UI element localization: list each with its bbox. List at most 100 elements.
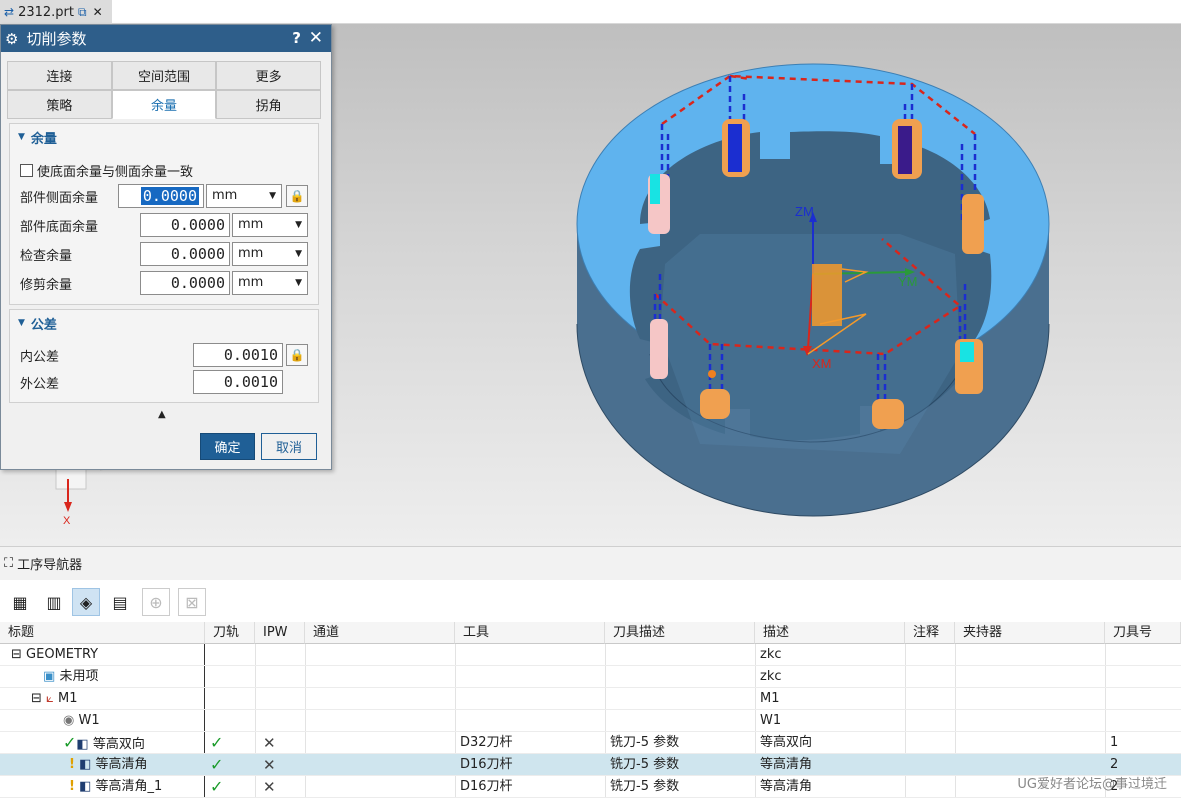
table-row[interactable]: ! ◧ 等高清角_1 ✓ ✕ D16刀杆 铣刀-5 参数 等高清角 2 [0,776,1181,798]
document-tab-bar: ⇄ 2312.prt ⧉ ✕ [0,0,1181,24]
table-row[interactable]: ! ◧ 等高清角 ✓ ✕ D16刀杆 铣刀-5 参数 等高清角 2 [0,754,1181,776]
path-status: ✓ [210,777,224,796]
stock-group: ▼ 余量 使底面余量与侧面余量一致 部件侧面余量 0.0000 mm ▼ 🔒 部件… [9,123,319,305]
tolerance-group-title: 公差 [30,317,57,333]
ok-button[interactable]: 确定 [200,433,255,460]
part-file-icon: ⇄ [4,5,15,19]
row-tool: D16刀杆 [460,779,513,794]
expand-dialog-icon[interactable]: ▲ [158,409,166,420]
cancel-button[interactable]: 取消 [261,433,317,460]
row-tool: D32刀杆 [460,735,513,750]
col-header-ipw[interactable]: IPW [255,622,305,644]
tab-corners[interactable]: 拐角 [216,90,322,119]
row-title: 等高双向 [92,737,145,752]
table-row[interactable]: ⊟ ⟀ M1 M1 [0,688,1181,710]
same-stock-checkbox-row[interactable]: 使底面余量与侧面余量一致 [20,158,193,182]
close-icon[interactable]: ✕ [309,28,323,48]
tolerance-group: ▼ 公差 内公差 0.0010 🔒 外公差 0.0010 [9,309,319,403]
same-stock-checkbox-label: 使底面余量与侧面余量一致 [37,164,194,180]
row-tool-desc: 铣刀-5 参数 [610,779,680,794]
same-stock-checkbox[interactable] [20,163,33,177]
check-stock-unit[interactable]: mm ▼ [232,242,308,266]
help-icon[interactable]: ? [292,29,301,47]
stock-group-header[interactable]: ▼ 余量 [10,124,318,150]
navigator-toolbar: ▦ ▥ ◈ ▤ ⊕ ⊠ [0,580,1181,622]
part-floor-stock-unit[interactable]: mm ▼ [232,213,308,237]
create-operation-icon[interactable]: ⊕ [142,588,170,616]
row-desc: M1 [760,691,780,706]
restore-icon[interactable]: ⧉ [78,5,87,20]
lock-icon[interactable]: 🔒 [286,344,308,366]
trim-stock-label: 修剪余量 [20,277,73,293]
col-header-holder[interactable]: 夹持器 [955,622,1105,644]
geometry-view-icon[interactable]: ◈ [72,588,100,616]
path-status: ✓ [210,755,224,774]
collapse-triangle-icon: ▼ [18,132,25,142]
ym-axis-label: YM [898,274,918,289]
row-desc: zkc [760,669,782,684]
col-header-tool-desc[interactable]: 刀具描述 [605,622,755,644]
row-title: 等高清角_1 [95,779,163,794]
program-order-view-icon[interactable]: ▦ [6,588,34,616]
gear-icon: ⚙ [5,29,19,48]
dialog-title-bar: ⚙ 切削参数 ? ✕ [1,25,331,52]
delete-operation-icon[interactable]: ⊠ [178,588,206,616]
tab-more[interactable]: 更多 [216,61,322,90]
tab-row-1: 连接 空间范围 更多 [7,61,322,90]
tab-row-2: 策略 余量 拐角 [7,90,322,119]
tab-strategy[interactable]: 策略 [7,90,112,119]
col-header-path[interactable]: 刀轨 [205,622,255,644]
stock-group-title: 余量 [30,131,57,147]
navigator-title: 工序导航器 [17,558,83,573]
close-tab-icon[interactable]: ✕ [93,5,103,19]
intol-input[interactable]: 0.0010 [193,343,283,367]
document-tab[interactable]: ⇄ 2312.prt ⧉ ✕ [0,0,112,24]
machining-method-view-icon[interactable]: ▤ [106,588,134,616]
operation-icon: ◧ [76,737,89,752]
path-status: ✓ [210,733,224,752]
tab-stock[interactable]: 余量 [111,90,217,119]
outtol-input[interactable]: 0.0010 [193,370,283,394]
check-stock-label: 检查余量 [20,248,73,264]
check-stock-input[interactable]: 0.0000 [140,242,230,266]
col-header-desc[interactable]: 描述 [755,622,905,644]
part-floor-stock-label: 部件底面余量 [20,219,99,235]
tolerance-group-header[interactable]: ▼ 公差 [10,310,318,336]
warning-icon: ! [69,757,75,772]
table-row[interactable]: ◉ W1 W1 [0,710,1181,732]
part-floor-stock-input[interactable]: 0.0000 [140,213,230,237]
intol-label: 内公差 [20,349,60,365]
zm-axis-label: ZM [795,204,814,219]
collapse-icon[interactable]: ⊟ [31,691,42,706]
part-side-stock-unit[interactable]: mm ▼ [206,184,282,208]
col-header-comment[interactable]: 注释 [905,622,955,644]
table-row[interactable]: ▣ 未用项 zkc [0,666,1181,688]
lock-icon[interactable]: 🔒 [286,185,308,207]
dialog-title: 切削参数 [26,30,87,48]
chevron-down-icon: ▼ [295,249,302,259]
tab-containment[interactable]: 空间范围 [111,61,217,90]
col-header-channel[interactable]: 通道 [305,622,455,644]
row-title: M1 [57,691,78,706]
row-desc: 等高双向 [760,735,813,750]
collapse-icon[interactable]: ⊟ [11,647,22,662]
collapse-triangle-icon: ▼ [18,318,25,328]
table-row[interactable]: ⊟ GEOMETRY zkc [0,644,1181,666]
chevron-down-icon: ▼ [295,220,302,230]
trim-stock-input[interactable]: 0.0000 [140,271,230,295]
ipw-status: ✕ [263,734,276,752]
col-header-title[interactable]: 标题 [0,622,205,644]
col-header-tool[interactable]: 工具 [455,622,605,644]
part-side-stock-input[interactable]: 0.0000 [118,184,204,208]
row-desc: 等高清角 [760,757,813,772]
table-row[interactable]: ✓◧ 等高双向 ✓ ✕ D32刀杆 铣刀-5 参数 等高双向 1 [0,732,1181,754]
machine-tool-view-icon[interactable]: ▥ [40,588,68,616]
trim-stock-unit[interactable]: mm ▼ [232,271,308,295]
workpiece-icon: ◉ [63,713,75,728]
tab-connect[interactable]: 连接 [7,61,112,90]
row-title: 等高清角 [95,757,148,772]
row-tool-desc: 铣刀-5 参数 [610,735,680,750]
col-header-tool-number[interactable]: 刀具号 [1105,622,1181,644]
operation-icon: ◧ [79,779,92,794]
row-desc: zkc [760,647,782,662]
